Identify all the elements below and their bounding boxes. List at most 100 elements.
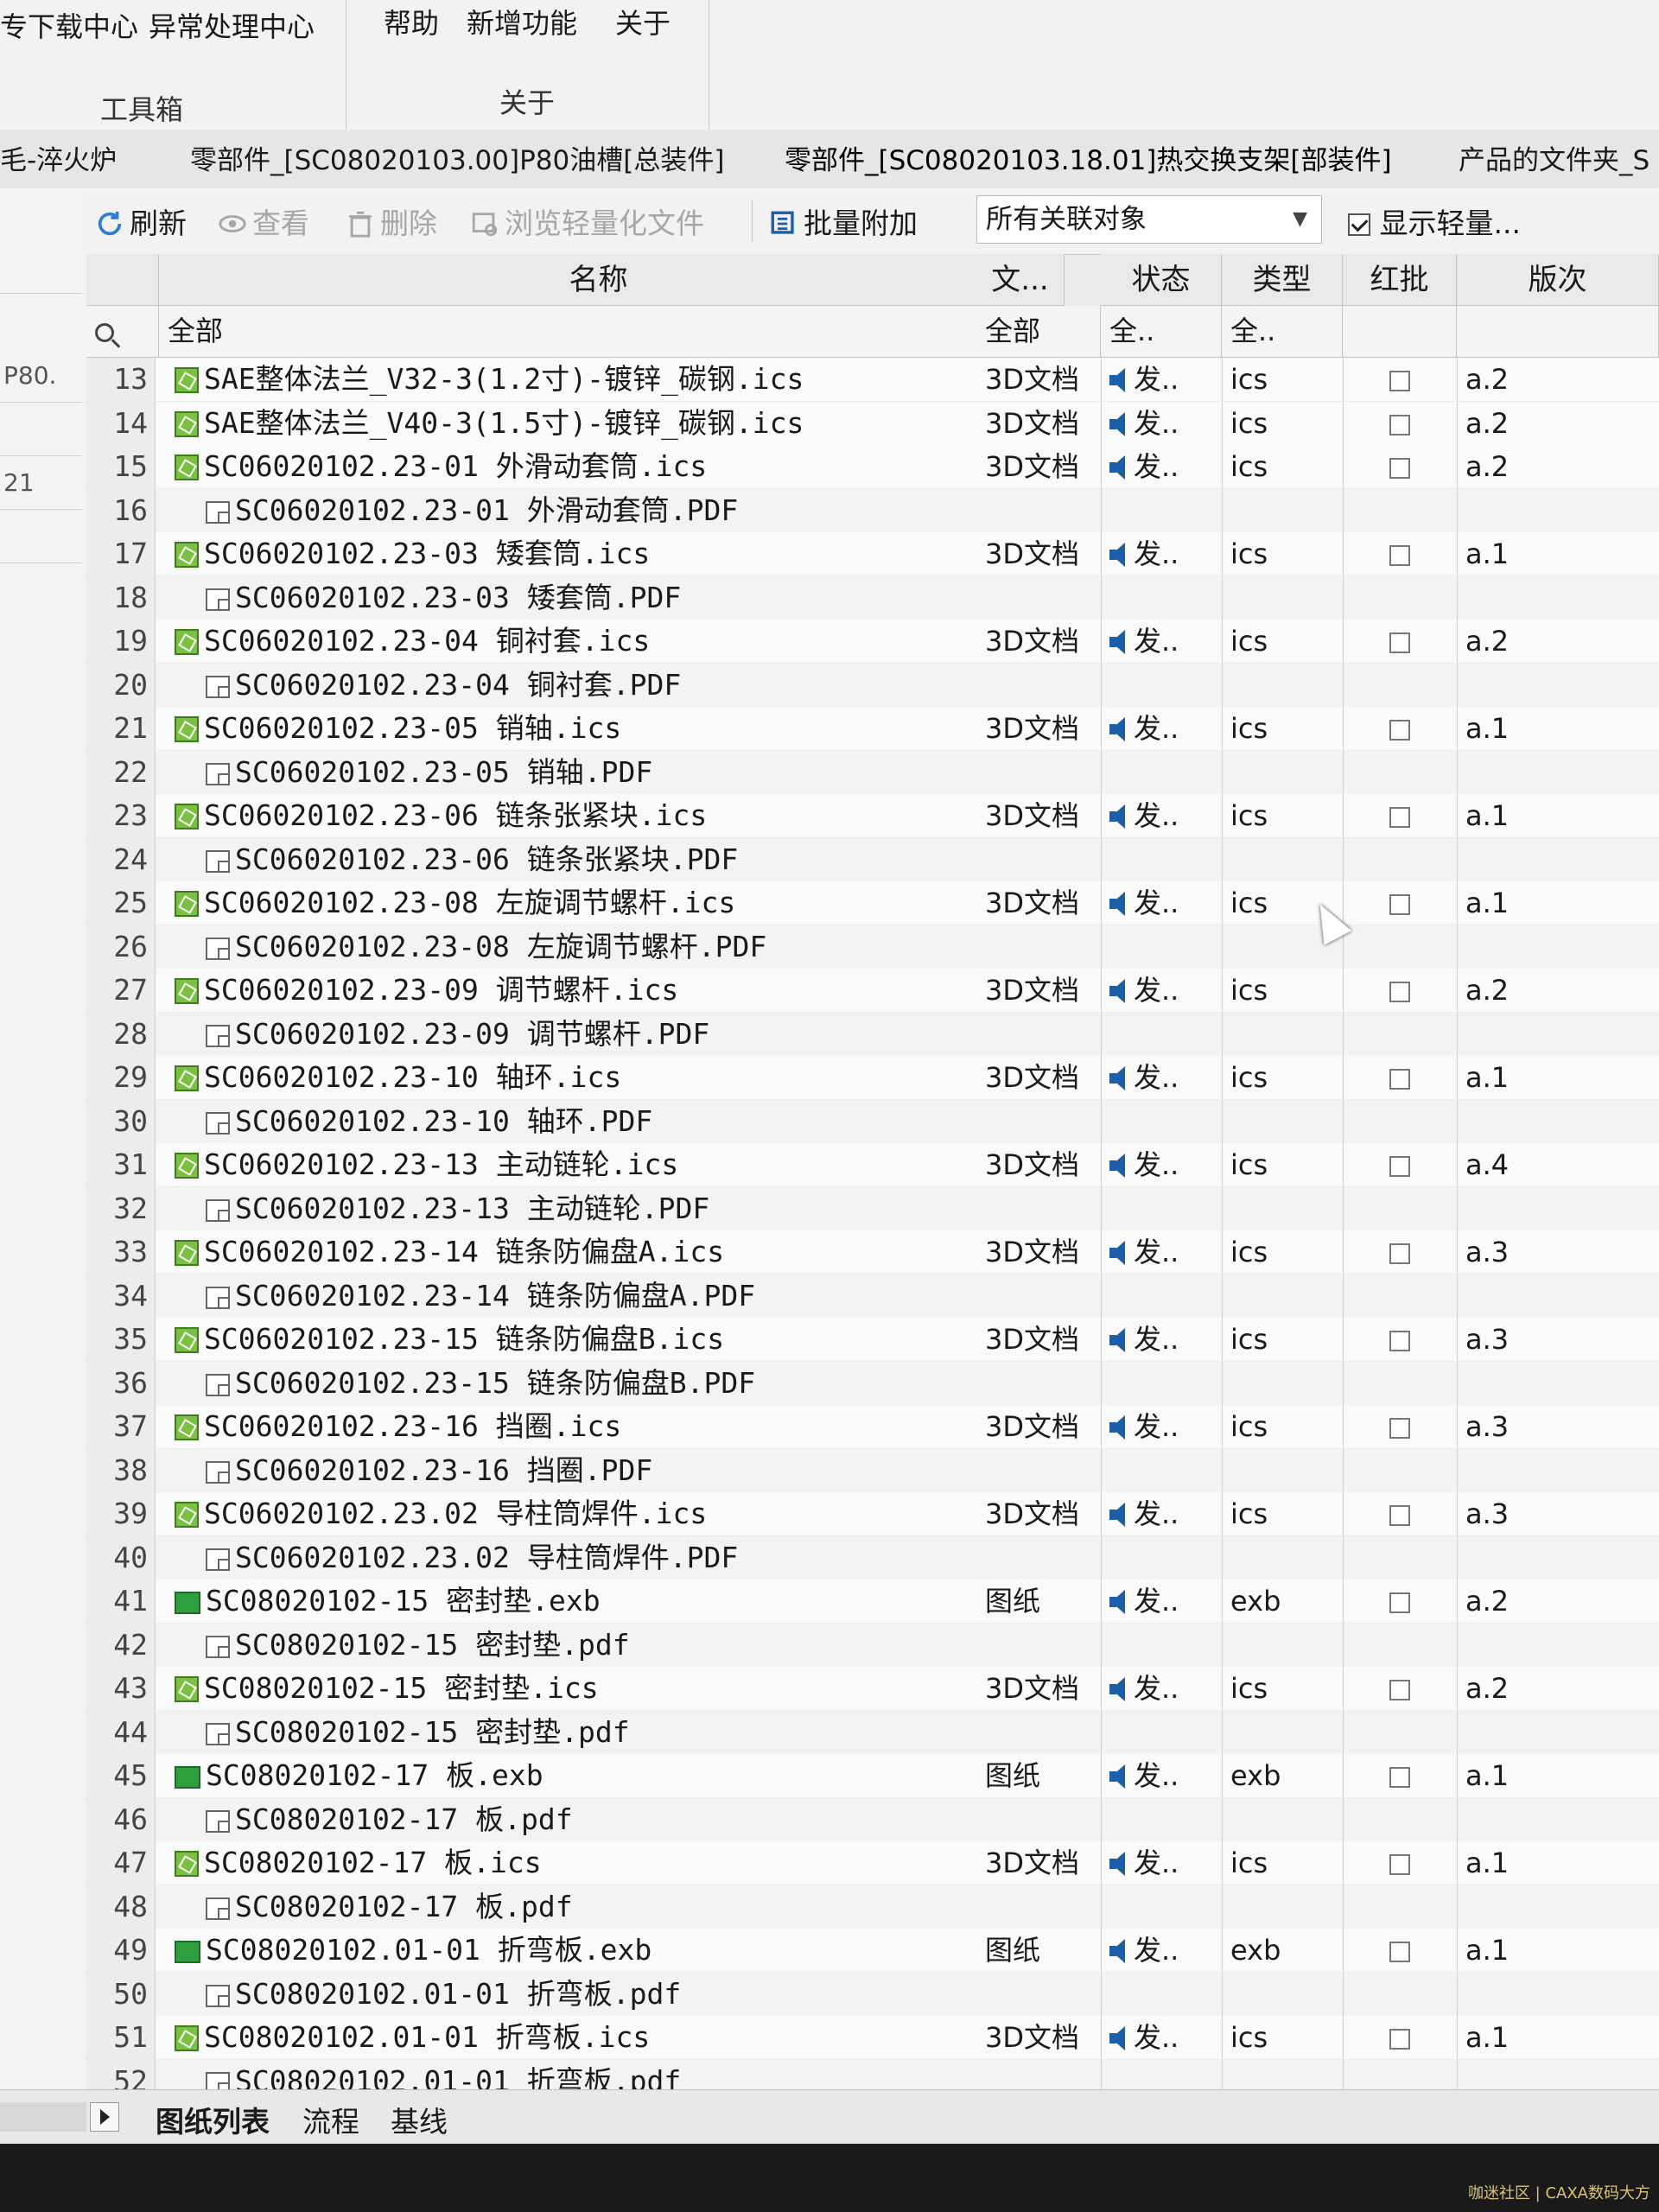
refresh-button[interactable]: 刷新 (95, 200, 187, 242)
scroll-right-icon[interactable] (90, 2102, 119, 2132)
file-name-cell[interactable]: SC06020102.23-10 轴环.ics (159, 1056, 1039, 1099)
red-batch-checkbox[interactable] (1389, 707, 1410, 750)
red-batch-checkbox[interactable] (1389, 1929, 1410, 1972)
table-row[interactable]: 36 SC06020102.23-15 链条防偏盘B.PDF (86, 1361, 1659, 1405)
table-row[interactable]: 13 SAE整体法兰_V32-3(1.2寸)-镀锌_碳钢.ics 3D文档 发.. ic… (86, 358, 1659, 401)
delete-button[interactable]: 删除 (346, 200, 437, 242)
file-name-cell[interactable]: SC08020102.01-01 折弯板.pdf (159, 1973, 1039, 2016)
table-row[interactable]: 26 SC06020102.23-08 左旋调节螺杆.PDF (86, 925, 1659, 969)
file-name-cell[interactable]: SC06020102.23-01 外滑动套筒.ics (159, 445, 1039, 488)
table-row[interactable]: 48 SC08020102-17 板.pdf (86, 1885, 1659, 1929)
file-name-cell[interactable]: SC08020102-15 密封垫.ics (159, 1667, 1039, 1710)
file-name-cell[interactable]: SC08020102-17 板.pdf (159, 1885, 1039, 1929)
red-batch-checkbox[interactable] (1389, 969, 1410, 1012)
header-status[interactable]: 状态 (1101, 254, 1222, 306)
table-row[interactable]: 18 SC06020102.23-03 矮套筒.PDF (86, 575, 1659, 620)
file-name-cell[interactable]: SC08020102-15 密封垫.pdf (159, 1711, 1039, 1754)
doc-tab-3[interactable]: 零部件_[SC08020103.18.01]热交换支架[部装件] (785, 138, 1392, 177)
file-name-cell[interactable]: SC06020102.23-06 链条张紧块.ics (159, 794, 1039, 837)
doc-tab-1[interactable]: 毛-淬火炉 (0, 138, 117, 177)
red-batch-checkbox[interactable] (1389, 445, 1410, 488)
table-row[interactable]: 46 SC08020102-17 板.pdf (86, 1797, 1659, 1841)
table-row[interactable]: 20 SC06020102.23-04 铜衬套.PDF (86, 663, 1659, 707)
file-name-cell[interactable]: SC06020102.23-04 铜衬套.PDF (159, 664, 1039, 707)
show-lightweight-checkbox[interactable]: 显示轻量... (1348, 200, 1521, 242)
left-panel-cell[interactable] (0, 240, 82, 294)
red-batch-checkbox[interactable] (1389, 881, 1410, 925)
file-name-cell[interactable]: SC08020102-15 密封垫.exb (159, 1580, 1039, 1623)
file-name-cell[interactable]: SC06020102.23.02 导柱筒焊件.PDF (159, 1536, 1039, 1580)
header-red-batch[interactable]: 红批 (1343, 254, 1457, 306)
table-row[interactable]: 38 SC06020102.23-16 挡圈.PDF (86, 1448, 1659, 1492)
file-name-cell[interactable]: SC06020102.23-14 链条防偏盘A.ics (159, 1230, 1039, 1274)
table-row[interactable]: 43 SC08020102-15 密封垫.ics 3D文档 发.. ics a.2 (86, 1667, 1659, 1710)
left-panel-cell[interactable]: 21 (0, 456, 82, 510)
file-name-cell[interactable]: SC06020102.23-03 矮套筒.PDF (159, 576, 1039, 620)
doc-tab-2[interactable]: 零部件_[SC08020103.00]P80油槽[总装件] (190, 138, 724, 177)
file-name-cell[interactable]: SC06020102.23-16 挡圈.ics (159, 1405, 1039, 1448)
table-row[interactable]: 40 SC06020102.23.02 导柱筒焊件.PDF (86, 1535, 1659, 1580)
file-name-cell[interactable]: SC06020102.23-16 挡圈.PDF (159, 1449, 1039, 1492)
file-name-cell[interactable]: SAE整体法兰_V40-3(1.5寸)-镀锌_碳钢.ics (159, 402, 1039, 445)
red-batch-checkbox[interactable] (1389, 1230, 1410, 1274)
filter-status-input[interactable]: 全.. (1101, 306, 1222, 358)
red-batch-checkbox[interactable] (1389, 402, 1410, 445)
table-row[interactable]: 44 SC08020102-15 密封垫.pdf (86, 1710, 1659, 1754)
table-row[interactable]: 35 SC06020102.23-15 链条防偏盘B.ics 3D文档 发.. ics a… (86, 1318, 1659, 1361)
table-row[interactable]: 42 SC08020102-15 密封垫.pdf (86, 1623, 1659, 1667)
filter-red-batch-input[interactable] (1343, 306, 1457, 358)
batch-attach-button[interactable]: 批量附加 (769, 200, 918, 242)
header-doc-type[interactable]: 文... (976, 254, 1065, 306)
table-row[interactable]: 25 SC06020102.23-08 左旋调节螺杆.ics 3D文档 发.. ics a… (86, 881, 1659, 925)
table-row[interactable]: 14 SAE整体法兰_V40-3(1.5寸)-镀锌_碳钢.ics 3D文档 发.. ic… (86, 401, 1659, 445)
table-row[interactable]: 33 SC06020102.23-14 链条防偏盘A.ics 3D文档 发.. ics a… (86, 1230, 1659, 1274)
file-name-cell[interactable]: SC08020102-17 板.ics (159, 1841, 1039, 1885)
header-version[interactable]: 版次 (1457, 254, 1659, 306)
table-row[interactable]: 29 SC06020102.23-10 轴环.ics 3D文档 发.. ics a.1 (86, 1056, 1659, 1099)
red-batch-checkbox[interactable] (1389, 1318, 1410, 1361)
red-batch-checkbox[interactable] (1389, 532, 1410, 575)
left-panel-cell[interactable]: P80. (0, 349, 82, 403)
horizontal-scrollbar[interactable] (0, 2102, 86, 2132)
ribbon-new-features[interactable]: 新增功能 (467, 2, 577, 41)
red-batch-checkbox[interactable] (1389, 1405, 1410, 1448)
doc-tab-4[interactable]: 产品的文件夹_S (1459, 138, 1649, 177)
table-row[interactable]: 22 SC06020102.23-05 销轴.PDF (86, 750, 1659, 794)
table-row[interactable]: 21 SC06020102.23-05 销轴.ics 3D文档 发.. ics a.1 (86, 707, 1659, 750)
table-row[interactable]: 16 SC06020102.23-01 外滑动套筒.PDF (86, 488, 1659, 532)
table-row[interactable]: 41 SC08020102-15 密封垫.exb 图纸 发.. exb a.2 (86, 1580, 1659, 1623)
header-type[interactable]: 类型 (1222, 254, 1343, 306)
table-row[interactable]: 30 SC06020102.23-10 轴环.PDF (86, 1099, 1659, 1143)
related-objects-select[interactable]: 所有关联对象 ▼ (976, 195, 1322, 244)
table-row[interactable]: 31 SC06020102.23-13 主动链轮.ics 3D文档 发.. ics a.4 (86, 1143, 1659, 1186)
red-batch-checkbox[interactable] (1389, 1143, 1410, 1186)
filter-name-input[interactable]: 全部 (159, 306, 1039, 358)
tab-drawing-list[interactable]: 图纸列表 (156, 2099, 270, 2140)
red-batch-checkbox[interactable] (1389, 1056, 1410, 1099)
browse-lightweight-button[interactable]: 浏览轻量化文件 (470, 200, 704, 242)
file-name-cell[interactable]: SC06020102.23-10 轴环.PDF (159, 1100, 1039, 1143)
table-row[interactable]: 19 SC06020102.23-04 铜衬套.ics 3D文档 发.. ics a.2 (86, 620, 1659, 663)
tab-baseline[interactable]: 基线 (391, 2099, 448, 2140)
file-name-cell[interactable]: SC06020102.23-08 左旋调节螺杆.PDF (159, 925, 1039, 969)
table-row[interactable]: 24 SC06020102.23-06 链条张紧块.PDF (86, 837, 1659, 881)
red-batch-checkbox[interactable] (1389, 2016, 1410, 2059)
red-batch-checkbox[interactable] (1389, 1580, 1410, 1623)
file-name-cell[interactable]: SC06020102.23-09 调节螺杆.PDF (159, 1013, 1039, 1056)
red-batch-checkbox[interactable] (1389, 620, 1410, 663)
table-row[interactable]: 45 SC08020102-17 板.exb 图纸 发.. exb a.1 (86, 1754, 1659, 1797)
table-row[interactable]: 28 SC06020102.23-09 调节螺杆.PDF (86, 1012, 1659, 1056)
ribbon-exception-center[interactable]: 异常处理中心 (149, 5, 315, 45)
filter-version-input[interactable] (1457, 306, 1659, 358)
file-name-cell[interactable]: SC06020102.23-04 铜衬套.ics (159, 620, 1039, 663)
table-row[interactable]: 50 SC08020102.01-01 折弯板.pdf (86, 1972, 1659, 2016)
file-name-cell[interactable]: SC06020102.23-14 链条防偏盘A.PDF (159, 1274, 1039, 1318)
file-name-cell[interactable]: SC06020102.23-15 链条防偏盘B.PDF (159, 1362, 1039, 1405)
left-panel-cell[interactable] (0, 510, 82, 563)
ribbon-download-center[interactable]: 专下载中心 (0, 5, 138, 45)
file-name-cell[interactable]: SC06020102.23-05 销轴.PDF (159, 751, 1039, 794)
file-name-cell[interactable]: SC06020102.23.02 导柱筒焊件.ics (159, 1492, 1039, 1535)
file-name-cell[interactable]: SC06020102.23-06 链条张紧块.PDF (159, 838, 1039, 881)
tab-workflow[interactable]: 流程 (302, 2099, 359, 2140)
file-name-cell[interactable]: SC08020102-17 板.pdf (159, 1798, 1039, 1841)
